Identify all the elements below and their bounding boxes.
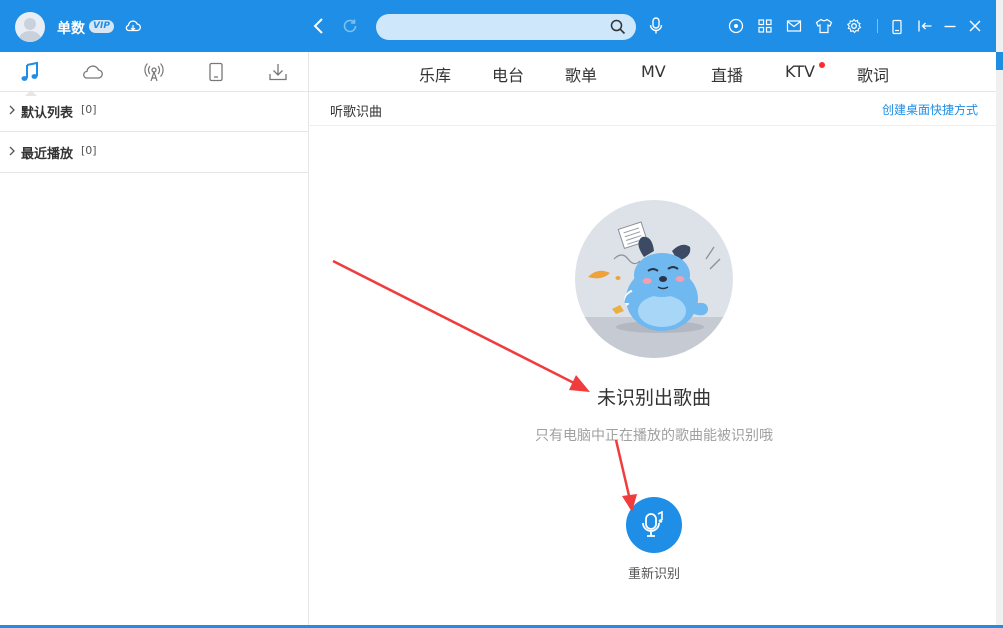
chevron-right-icon[interactable] (8, 145, 16, 160)
left-panel: 默认列表 [0] 最近播放 [0] (0, 52, 309, 625)
mail-icon[interactable] (786, 19, 802, 33)
playlist-row-default[interactable]: 默认列表 [0] (0, 91, 308, 132)
avatar[interactable] (15, 12, 45, 42)
main-nav: 乐库 电台 歌单 MV 直播 KTV 歌词 (309, 52, 996, 92)
playlist-title[interactable]: 默认列表 (21, 102, 73, 121)
mic-music-icon (642, 510, 663, 537)
refresh-icon[interactable] (341, 17, 359, 35)
search-box[interactable] (376, 14, 636, 40)
music-note-icon[interactable] (17, 60, 43, 96)
device-icon[interactable] (203, 60, 229, 84)
title-bar: 单数 VIP (0, 0, 996, 52)
playlist-count: [0] (81, 144, 97, 157)
search-input[interactable] (388, 18, 612, 38)
disc-icon[interactable] (728, 18, 744, 34)
nav-playlists[interactable]: 歌单 (565, 62, 597, 86)
result-hint: 只有电脑中正在播放的歌曲能被识别哦 (535, 428, 773, 444)
back-icon[interactable] (312, 16, 326, 36)
cloud-sync-icon[interactable] (124, 18, 142, 34)
nav-library[interactable]: 乐库 (419, 62, 451, 86)
nav-mv[interactable]: MV (641, 62, 666, 81)
playlist-row-recent[interactable]: 最近播放 [0] (0, 132, 308, 173)
username[interactable]: 单数 (57, 18, 85, 38)
retry-recognition-button[interactable] (626, 497, 682, 553)
retry-label[interactable]: 重新识别 (604, 563, 704, 582)
page-title: 听歌识曲 (330, 105, 383, 120)
mini-player-icon[interactable] (917, 19, 933, 33)
settings-icon[interactable] (846, 18, 862, 34)
skin-icon[interactable] (815, 18, 833, 34)
nav-lyrics[interactable]: 歌词 (857, 62, 889, 86)
sub-header: 听歌识曲 创建桌面快捷方式 (309, 92, 996, 126)
playlist-title[interactable]: 最近播放 (21, 143, 73, 162)
chevron-right-icon[interactable] (8, 104, 16, 119)
header-divider (877, 19, 878, 33)
apps-icon[interactable] (757, 18, 773, 34)
app-window: 单数 VIP 默认列表 [0] 最近播放 [0] 乐库 电台 歌单 MV 直播 … (0, 0, 996, 626)
mini-mode-icon[interactable] (891, 19, 903, 35)
search-icon[interactable] (610, 19, 626, 39)
nav-live[interactable]: 直播 (711, 62, 743, 86)
minimize-icon[interactable] (943, 19, 957, 33)
create-shortcut-link[interactable]: 创建桌面快捷方式 (882, 101, 978, 118)
playlist-count: [0] (81, 103, 97, 116)
left-tab-bar (0, 52, 308, 96)
vip-badge[interactable]: VIP (89, 20, 114, 33)
radio-icon[interactable] (141, 60, 167, 84)
voice-search-icon[interactable] (647, 16, 665, 36)
cloud-icon[interactable] (79, 60, 105, 84)
nav-radio[interactable]: 电台 (492, 62, 524, 86)
result-title: 未识别出歌曲 (596, 387, 711, 409)
close-icon[interactable] (968, 19, 982, 33)
window-edge (996, 0, 1003, 628)
mascot-illustration (574, 199, 734, 359)
download-icon[interactable] (265, 60, 291, 84)
nav-ktv[interactable]: KTV (785, 62, 815, 81)
notification-dot (819, 62, 825, 68)
